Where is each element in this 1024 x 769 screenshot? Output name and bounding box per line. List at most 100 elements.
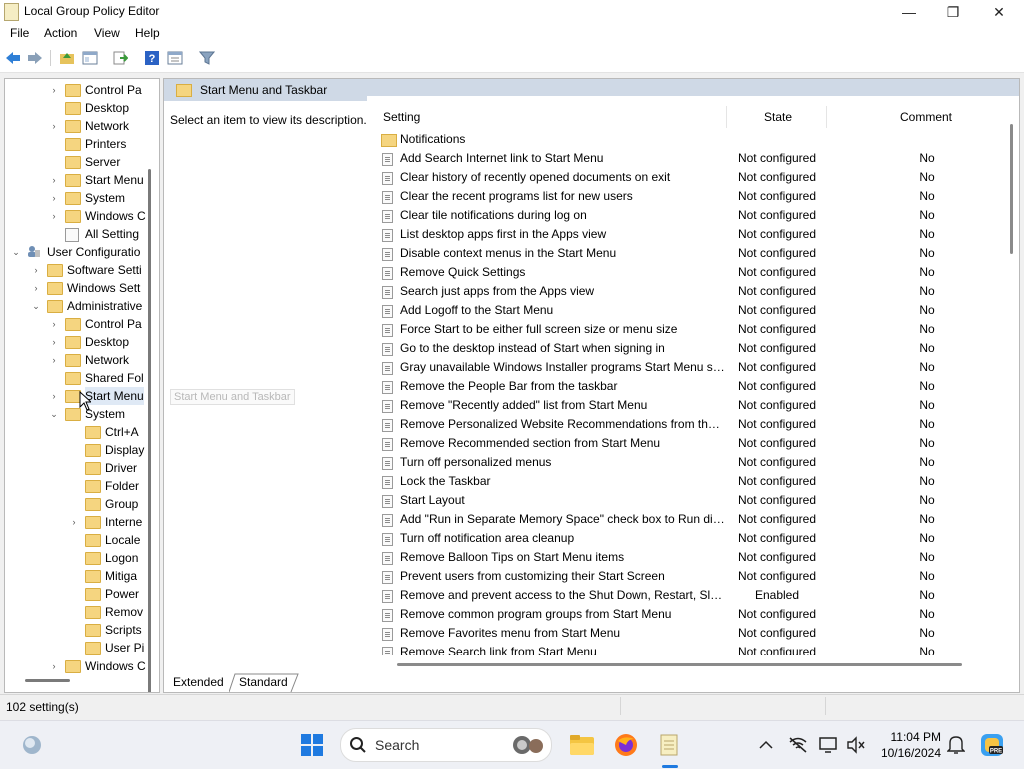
tree-item[interactable]: › System	[5, 189, 155, 207]
show-hide-tree-icon[interactable]	[81, 49, 99, 67]
tree-item[interactable]: All Setting	[5, 225, 155, 243]
policy-row[interactable]: Remove Balloon Tips on Start Menu items N…	[367, 548, 987, 567]
policy-row[interactable]: Search just apps from the Apps view Not c…	[367, 282, 987, 301]
tree-item[interactable]: Folder	[5, 477, 155, 495]
policy-row[interactable]: Add Logoff to the Start Menu Not configur…	[367, 301, 987, 320]
horizontal-scrollbar[interactable]	[397, 663, 962, 666]
policy-row[interactable]: Remove common program groups from Start …	[367, 605, 987, 624]
policy-row[interactable]: Remove Search link from Start Menu Not co…	[367, 643, 987, 655]
help-icon[interactable]: ?	[143, 49, 161, 67]
expand-arrow-icon[interactable]: ›	[49, 387, 59, 405]
firefox-icon[interactable]	[612, 731, 640, 759]
policy-row[interactable]: Lock the Taskbar Not configured No	[367, 472, 987, 491]
list-folder-row[interactable]: Notifications	[367, 130, 987, 149]
policy-row[interactable]: Force Start to be either full screen siz…	[367, 320, 987, 339]
tree-item[interactable]: › Windows C	[5, 657, 155, 675]
maximize-button[interactable]: ❐	[930, 0, 976, 24]
policy-row[interactable]: Remove Personalized Website Recommendati…	[367, 415, 987, 434]
tree-vertical-scrollbar[interactable]	[148, 169, 151, 692]
tree-item[interactable]: Ctrl+A	[5, 423, 155, 441]
notification-bell-icon[interactable]	[942, 731, 970, 759]
clock-date[interactable]: 10/16/2024	[878, 746, 941, 760]
policy-row[interactable]: Remove Recommended section from Start Me…	[367, 434, 987, 453]
expand-arrow-icon[interactable]: ›	[31, 279, 41, 297]
expand-arrow-icon[interactable]: ›	[69, 513, 79, 531]
network-icon[interactable]	[784, 731, 812, 759]
policy-row[interactable]: Gray unavailable Windows Installer progr…	[367, 358, 987, 377]
file-explorer-icon[interactable]	[568, 731, 596, 759]
policy-row[interactable]: Clear the recent programs list for new u…	[367, 187, 987, 206]
collapse-arrow-icon[interactable]: ⌄	[11, 243, 21, 261]
expand-arrow-icon[interactable]: ›	[49, 333, 59, 351]
taskbar-search[interactable]: Search	[340, 728, 552, 762]
properties-icon[interactable]	[166, 49, 184, 67]
tree-item[interactable]: Display	[5, 441, 155, 459]
tree-item[interactable]: User Pi	[5, 639, 155, 657]
tree-item[interactable]: Server	[5, 153, 155, 171]
policy-row[interactable]: Remove Quick Settings Not configured No	[367, 263, 987, 282]
tree-item[interactable]: Locale	[5, 531, 155, 549]
minimize-button[interactable]: —	[886, 0, 932, 24]
close-button[interactable]: ✕	[976, 0, 1022, 24]
up-folder-icon[interactable]	[58, 49, 76, 67]
tree-item[interactable]: Logon	[5, 549, 155, 567]
policy-row[interactable]: Start Layout Not configured No	[367, 491, 987, 510]
expand-arrow-icon[interactable]: ›	[49, 171, 59, 189]
forward-icon[interactable]	[26, 49, 44, 67]
start-icon[interactable]	[298, 731, 326, 759]
tree-item[interactable]: Shared Fol	[5, 369, 155, 387]
policy-row[interactable]: Remove Favorites menu from Start Menu Not…	[367, 624, 987, 643]
policy-row[interactable]: Remove and prevent access to the Shut Do…	[367, 586, 987, 605]
filter-icon[interactable]	[198, 49, 216, 67]
expand-arrow-icon[interactable]: ›	[49, 207, 59, 225]
tab-standard[interactable]: Standard	[239, 673, 288, 692]
tree-item[interactable]: Power	[5, 585, 155, 603]
tree-item[interactable]: ⌄ User Configuratio	[5, 243, 155, 261]
expand-arrow-icon[interactable]: ›	[49, 189, 59, 207]
collapse-arrow-icon[interactable]: ⌄	[49, 405, 59, 423]
tree-item[interactable]: Scripts	[5, 621, 155, 639]
expand-arrow-icon[interactable]: ›	[31, 261, 41, 279]
expand-arrow-icon[interactable]: ›	[49, 351, 59, 369]
policy-row[interactable]: Clear tile notifications during log on No…	[367, 206, 987, 225]
policy-row[interactable]: Remove the People Bar from the taskbar No…	[367, 377, 987, 396]
policy-row[interactable]: Add Search Internet link to Start Menu No…	[367, 149, 987, 168]
tree-item[interactable]: Group	[5, 495, 155, 513]
tab-extended[interactable]: Extended	[173, 673, 224, 692]
column-header-comment[interactable]: Comment	[900, 110, 952, 124]
back-icon[interactable]	[4, 49, 22, 67]
policy-row[interactable]: Go to the desktop instead of Start when …	[367, 339, 987, 358]
notepad-icon[interactable]	[655, 731, 683, 759]
tree-item[interactable]: Printers	[5, 135, 155, 153]
policy-row[interactable]: Remove "Recently added" list from Start …	[367, 396, 987, 415]
tree-item[interactable]: Remov	[5, 603, 155, 621]
policy-row[interactable]: Turn off notification area cleanup Not co…	[367, 529, 987, 548]
tree-item[interactable]: › Network	[5, 351, 155, 369]
vertical-scrollbar[interactable]	[1010, 124, 1013, 254]
policy-row[interactable]: Clear history of recently opened documen…	[367, 168, 987, 187]
menu-file[interactable]: File	[10, 26, 29, 40]
tree-item[interactable]: ⌄ Administrative	[5, 297, 155, 315]
tree-item[interactable]: › Network	[5, 117, 155, 135]
column-header-setting[interactable]: Setting	[383, 110, 420, 124]
export-list-icon[interactable]	[111, 49, 129, 67]
policy-row[interactable]: Prevent users from customizing their Sta…	[367, 567, 987, 586]
expand-arrow-icon[interactable]: ›	[49, 117, 59, 135]
tree-item[interactable]: › Desktop	[5, 333, 155, 351]
tree-item[interactable]: › Windows Sett	[5, 279, 155, 297]
sound-off-icon[interactable]	[842, 731, 870, 759]
chevron-up-icon[interactable]	[752, 731, 780, 759]
policy-row[interactable]: Turn off personalized menus Not configure…	[367, 453, 987, 472]
clock-time[interactable]: 11:04 PM	[885, 730, 941, 744]
expand-arrow-icon[interactable]: ›	[49, 657, 59, 675]
policy-row[interactable]: List desktop apps first in the Apps view…	[367, 225, 987, 244]
settings-list[interactable]: Setting State Comment Notifications Add S…	[367, 96, 1019, 692]
tree-item[interactable]: › Windows C	[5, 207, 155, 225]
column-separator[interactable]	[726, 106, 727, 128]
expand-arrow-icon[interactable]: ›	[49, 81, 59, 99]
column-header-state[interactable]: State	[764, 110, 792, 124]
expand-arrow-icon[interactable]: ›	[49, 315, 59, 333]
tree-horizontal-scrollbar[interactable]	[25, 679, 70, 682]
menu-view[interactable]: View	[94, 26, 120, 40]
widgets-icon[interactable]	[18, 731, 46, 759]
